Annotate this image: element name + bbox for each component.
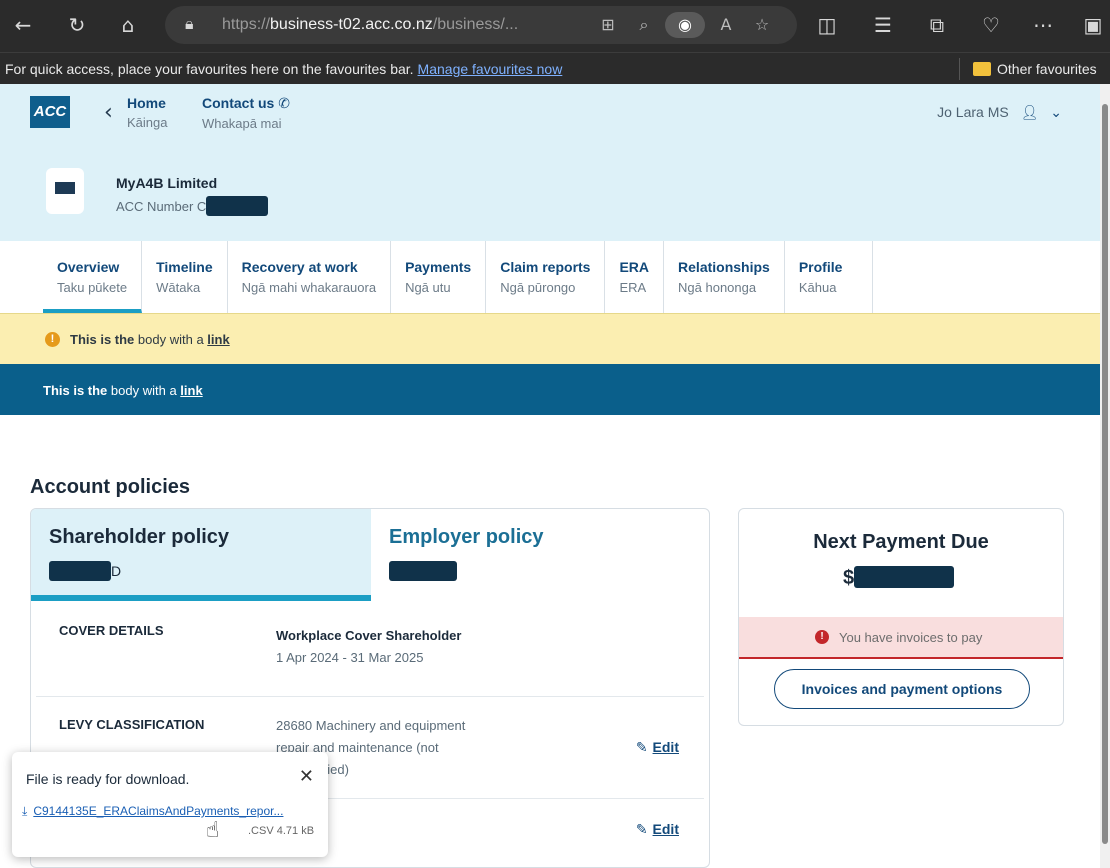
invoices-and-payment-options-button[interactable]: Invoices and payment options xyxy=(774,669,1030,709)
tab-relationships[interactable]: Relationships Ngā hononga xyxy=(664,241,785,313)
home-icon[interactable]: ⌂ xyxy=(113,10,143,40)
more-options-icon[interactable]: ⋯ xyxy=(1028,10,1058,40)
collections-icon[interactable]: ⧉ xyxy=(922,10,952,40)
download-popup: File is ready for download. ✕ ⤓ C9144135E… xyxy=(12,752,328,857)
manage-favourites-link[interactable]: Manage favourites now xyxy=(418,61,563,77)
read-aloud-icon[interactable]: A xyxy=(711,12,741,38)
invoice-alert: ! You have invoices to pay xyxy=(739,617,1063,659)
download-title: File is ready for download. xyxy=(26,771,190,787)
tab-shareholder-policy[interactable]: Shareholder policy D xyxy=(31,509,371,601)
employer-policy-id xyxy=(389,561,457,581)
tracking-prevention-icon[interactable]: ◉ xyxy=(665,12,705,38)
address-bar[interactable]: 🔒︎ https://business-t02.acc.co.nz/busine… xyxy=(165,6,797,44)
acc-number: ACC Number C xyxy=(116,196,269,216)
warning-banner-link[interactable]: link xyxy=(207,332,229,347)
browser-essentials-icon[interactable]: ♡ xyxy=(976,10,1006,40)
user-menu[interactable]: Jo Lara MS 👤︎ ⌄ xyxy=(937,104,1062,121)
section-title: Account policies xyxy=(30,476,191,498)
sidebar-toggle-icon[interactable]: ▣ xyxy=(1078,10,1108,40)
folder-icon xyxy=(973,62,991,76)
url-text[interactable]: https://business-t02.acc.co.nz/business/… xyxy=(222,16,518,34)
phone-icon: ✆ xyxy=(278,96,290,112)
close-icon[interactable]: ✕ xyxy=(299,766,314,787)
nav-home[interactable]: Home Kāinga xyxy=(127,95,167,130)
acc-logo[interactable]: ACC xyxy=(30,96,70,128)
info-banner-link[interactable]: link xyxy=(180,383,202,398)
refresh-icon[interactable]: ↻ xyxy=(62,10,92,40)
chevron-left-icon[interactable]: ‹ xyxy=(104,100,113,125)
edit-policy-detail-link[interactable]: ✎ Edit xyxy=(636,821,679,838)
back-arrow-icon[interactable]: ← xyxy=(8,10,38,40)
warning-banner: ! This is the body with a link xyxy=(0,313,1100,364)
downloaded-file-link[interactable]: ⤓ C9144135E_ERAClaimsAndPayments_repor... xyxy=(22,804,283,819)
tab-timeline[interactable]: Timeline Wātaka xyxy=(142,241,228,313)
error-icon: ! xyxy=(815,630,829,644)
edit-levy-classification-link[interactable]: ✎ Edit xyxy=(636,739,679,756)
account-tabs: Overview Taku pūkete Timeline Wātaka Recov… xyxy=(43,241,874,313)
user-icon: 👤︎ xyxy=(1020,105,1039,121)
company-name: MyA4B Limited xyxy=(116,175,218,191)
favourites-hint: For quick access, place your favourites … xyxy=(5,61,414,77)
redacted-block xyxy=(854,566,955,588)
cover-details-row: Cover details Workplace Cover Shareholde… xyxy=(36,609,704,697)
file-meta: .CSV 4.71 kB xyxy=(248,825,315,837)
hand-cursor-icon: ☝ xyxy=(206,818,220,843)
scrollbar-thumb[interactable] xyxy=(1102,104,1108,844)
tab-employer-policy[interactable]: Employer policy xyxy=(371,509,709,601)
redacted-block xyxy=(206,196,269,216)
info-banner: This is the body with a link xyxy=(0,364,1100,415)
warning-icon: ! xyxy=(45,332,60,347)
browser-toolbar: ← ↻ ⌂ 🔒︎ https://business-t02.acc.co.nz/… xyxy=(0,0,1110,52)
split-screen-icon[interactable]: ◫ xyxy=(812,10,842,40)
zoom-icon[interactable]: ⌕ xyxy=(629,12,659,38)
lock-icon[interactable]: 🔒︎ xyxy=(185,14,194,34)
tab-payments[interactable]: Payments Ngā utu xyxy=(391,241,487,313)
page-scrollbar[interactable] xyxy=(1100,84,1110,868)
redacted-block xyxy=(389,561,457,581)
tab-profile[interactable]: Profile Kāhua xyxy=(785,241,874,313)
grid-icon[interactable]: ⊞ xyxy=(593,12,623,38)
favourites-bar: For quick access, place your favourites … xyxy=(0,52,1110,84)
chevron-down-icon: ⌄ xyxy=(1050,105,1062,121)
other-favourites-folder[interactable]: Other favourites xyxy=(973,61,1097,77)
next-payment-title: Next Payment Due xyxy=(813,531,989,553)
pencil-icon: ✎ xyxy=(635,822,648,838)
payment-amount: $ xyxy=(843,566,955,590)
favourites-divider xyxy=(959,58,960,80)
redacted-block xyxy=(49,561,111,581)
page-header: ACC ‹ Home Kāinga Contact us ✆ Whakapā m… xyxy=(0,84,1100,241)
nav-contact-us[interactable]: Contact us ✆ Whakapā mai xyxy=(202,95,290,131)
tab-era[interactable]: ERA ERA xyxy=(605,241,665,313)
download-icon: ⤓ xyxy=(22,804,28,818)
tab-claim-reports[interactable]: Claim reports Ngā pūrongo xyxy=(486,241,606,313)
next-payment-card: Next Payment Due $ ! You have invoices t… xyxy=(738,508,1064,726)
favourites-list-icon[interactable]: ☰ xyxy=(868,10,898,40)
company-document-icon xyxy=(46,168,84,214)
pencil-icon: ✎ xyxy=(635,740,648,756)
tab-overview[interactable]: Overview Taku pūkete xyxy=(43,241,143,313)
favourite-star-icon[interactable]: ☆ xyxy=(747,12,777,38)
shareholder-policy-id: D xyxy=(49,561,121,581)
tab-recovery-at-work[interactable]: Recovery at work Ngā mahi whakarauora xyxy=(228,241,392,313)
